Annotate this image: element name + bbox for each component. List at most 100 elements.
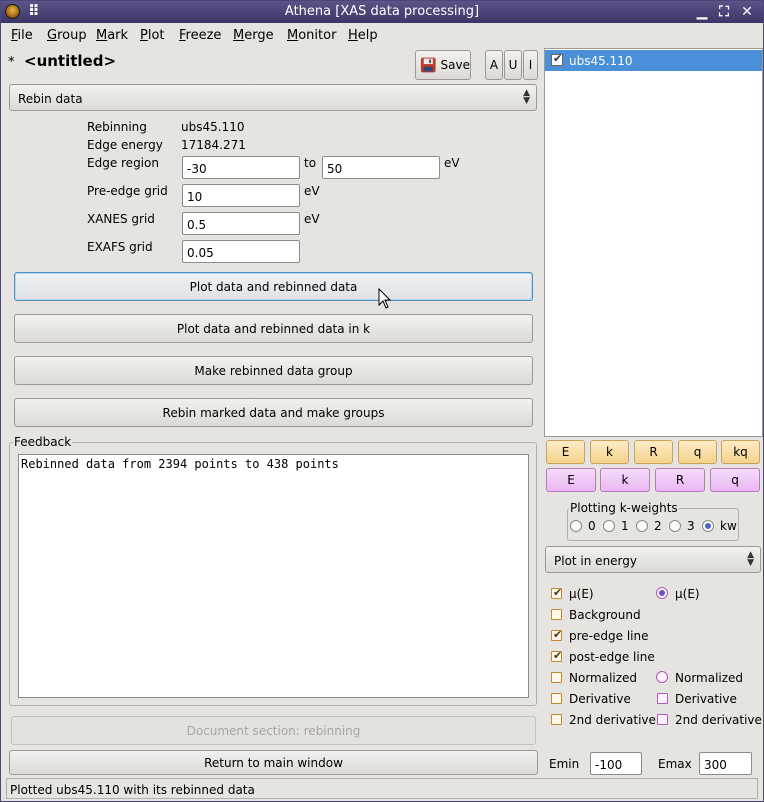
status-bar: Plotted ubs45.110 with its rebinned data: [6, 778, 758, 799]
return-main-window-button[interactable]: Return to main window: [9, 750, 538, 775]
close-icon[interactable]: ✕: [738, 3, 756, 21]
title-bar[interactable]: ⠿ Athena [XAS data processing] ▁ ⛶ ✕: [1, 1, 763, 23]
project-name: <untitled>: [24, 52, 117, 70]
u-button[interactable]: U: [504, 50, 522, 80]
marked-normalized-label: Normalized: [675, 671, 744, 685]
save-label: Save: [440, 58, 470, 72]
a-button[interactable]: A: [485, 50, 503, 80]
plot-kq-button[interactable]: kq: [721, 440, 760, 464]
kweights-legend: Plotting k-weights: [569, 501, 679, 515]
make-rebinned-group-button[interactable]: Make rebinned data group: [14, 356, 533, 385]
document-section-button[interactable]: Document section: rebinning: [11, 716, 536, 745]
kweight-2-label: 2: [654, 519, 662, 533]
save-button[interactable]: Save: [415, 50, 471, 80]
edge-region-to-input[interactable]: 50: [322, 156, 440, 179]
pre-edge-line-label: pre-edge line: [569, 629, 649, 643]
plot-rebinned-button[interactable]: Plot data and rebinned data: [14, 272, 533, 301]
mu-e-checkbox[interactable]: ✔: [551, 586, 563, 599]
menu-group[interactable]: Group: [47, 28, 87, 43]
exafs-grid-label: EXAFS grid: [87, 240, 153, 254]
marked-second-derivative-label: 2nd derivative: [675, 713, 762, 727]
kweight-3-radio[interactable]: [669, 520, 681, 532]
xanes-grid-input[interactable]: 0.5: [182, 212, 300, 235]
plot-marked-r-button[interactable]: R: [655, 468, 705, 492]
background-checkbox[interactable]: [551, 609, 562, 620]
plot-e-button[interactable]: E: [546, 440, 585, 464]
plot-q-button[interactable]: q: [678, 440, 717, 464]
plot-space-select[interactable]: Plot in energy ▲ ▼: [545, 546, 761, 573]
marked-mu-e-label: μ(E): [675, 587, 700, 601]
emin-input[interactable]: -100: [590, 752, 642, 775]
post-edge-line-checkbox[interactable]: ✔: [551, 649, 563, 662]
i-button[interactable]: I: [523, 50, 538, 80]
menu-help[interactable]: Help: [348, 28, 378, 43]
edge-region-from-input[interactable]: -30: [182, 156, 300, 179]
plot-r-button[interactable]: R: [634, 440, 673, 464]
updown-chevron-icon: ▲ ▼: [523, 88, 530, 106]
group-name: ubs45.110: [569, 54, 633, 68]
menu-file[interactable]: File: [11, 28, 33, 43]
plot-space-value: Plot in energy: [554, 554, 637, 568]
athena-window: ⠿ Athena [XAS data processing] ▁ ⛶ ✕ Fil…: [0, 0, 764, 802]
menu-merge[interactable]: Merge: [233, 28, 274, 43]
exafs-grid-input[interactable]: 0.05: [182, 240, 300, 263]
marked-normalized-radio[interactable]: [656, 671, 668, 683]
marked-derivative-checkbox[interactable]: [657, 693, 668, 704]
plot-k-button[interactable]: k: [590, 440, 629, 464]
pre-edge-grid-input[interactable]: 10: [182, 184, 300, 207]
radio-selected-dot: [659, 590, 665, 596]
edge-energy-label: Edge energy: [87, 138, 163, 152]
group-list[interactable]: ✔ ubs45.110: [544, 48, 763, 437]
kweight-kw-label: kw: [720, 519, 737, 533]
tool-select[interactable]: Rebin data ▲ ▼: [9, 84, 537, 111]
feedback-legend: Feedback: [13, 435, 73, 449]
xanes-grid-label: XANES grid: [87, 212, 155, 226]
marked-mu-e-radio[interactable]: [656, 587, 668, 599]
to-label: to: [304, 156, 317, 170]
checkmark-icon: ✔: [553, 586, 563, 599]
menu-mark[interactable]: Mark: [96, 28, 128, 43]
group-mark-checkbox[interactable]: ✔: [551, 52, 563, 66]
checkmark-icon: ✔: [553, 649, 563, 662]
kweight-1-label: 1: [621, 519, 629, 533]
marked-second-derivative-checkbox[interactable]: [657, 714, 668, 725]
mouse-cursor-icon: [378, 288, 392, 309]
menu-bar: File Group Mark Plot Freeze Merge Monito…: [1, 23, 763, 47]
tool-select-value: Rebin data: [18, 92, 83, 106]
updown-chevron-icon: ▲ ▼: [747, 550, 754, 568]
radio-selected-dot: [705, 523, 711, 529]
menu-monitor[interactable]: Monitor: [287, 28, 336, 43]
second-derivative-checkbox[interactable]: [551, 714, 562, 725]
emax-label: Emax: [658, 757, 692, 771]
plot-rebinned-k-button[interactable]: Plot data and rebinned data in k: [14, 314, 533, 343]
post-edge-line-label: post-edge line: [569, 650, 655, 664]
modified-marker: *: [8, 55, 15, 70]
rebinning-value: ubs45.110: [181, 120, 245, 134]
menu-freeze[interactable]: Freeze: [179, 28, 221, 43]
plot-marked-q-button[interactable]: q: [710, 468, 760, 492]
kweight-1-radio[interactable]: [603, 520, 615, 532]
feedback-text: Rebinned data from 2394 points to 438 po…: [21, 457, 339, 471]
derivative-label: Derivative: [569, 692, 631, 706]
pre-edge-line-checkbox[interactable]: ✔: [551, 628, 562, 641]
kweight-0-radio[interactable]: [570, 520, 582, 532]
second-derivative-label: 2nd derivative: [569, 713, 656, 727]
plot-marked-k-button[interactable]: k: [600, 468, 650, 492]
plot-marked-e-button[interactable]: E: [546, 468, 596, 492]
window-title: Athena [XAS data processing]: [284, 4, 480, 19]
minimize-icon[interactable]: ▁: [693, 3, 711, 21]
kweight-kw-radio[interactable]: [702, 520, 714, 532]
feedback-textbox[interactable]: Rebinned data from 2394 points to 438 po…: [18, 454, 529, 698]
derivative-checkbox[interactable]: [551, 693, 562, 704]
menu-plot[interactable]: Plot: [140, 28, 165, 43]
kweight-0-label: 0: [588, 519, 596, 533]
emax-input[interactable]: 300: [699, 752, 752, 775]
normalized-checkbox[interactable]: [551, 672, 562, 683]
rebin-marked-button[interactable]: Rebin marked data and make groups: [14, 398, 533, 427]
maximize-icon[interactable]: ⛶: [715, 3, 733, 21]
group-list-item[interactable]: ✔ ubs45.110: [545, 50, 762, 71]
kweight-2-radio[interactable]: [636, 520, 648, 532]
floppy-disk-icon: [420, 57, 436, 73]
mu-e-label: μ(E): [569, 587, 594, 601]
background-label: Background: [569, 608, 641, 622]
